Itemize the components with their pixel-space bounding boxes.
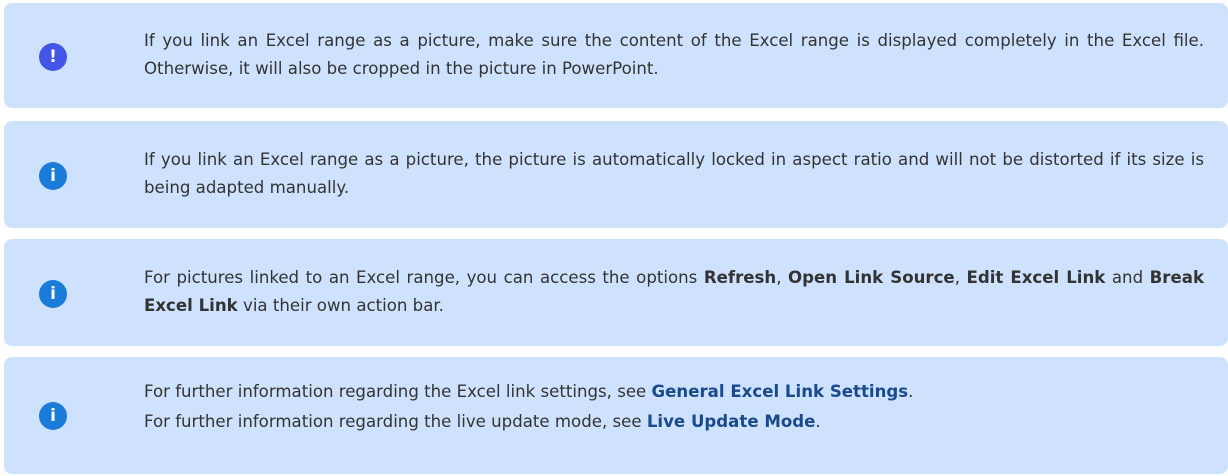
live-update-mode-link[interactable]: Live Update Mode [647,412,816,431]
exclamation-icon: ! [39,43,67,71]
text-segment: and [1105,268,1150,287]
info-icon: i [39,402,67,430]
option-refresh: Refresh [703,268,777,287]
info-icon: i [39,162,67,190]
note-text: If you link an Excel range as a picture,… [144,31,1204,78]
general-excel-link-settings-link[interactable]: General Excel Link Settings [652,382,909,401]
note-text: For further information regarding the Ex… [144,377,1204,437]
text-segment: via their own action bar. [237,296,444,315]
reference-line: For further information regarding the Ex… [144,377,1204,407]
reference-line: For further information regarding the li… [144,407,1204,437]
info-note: i If you link an Excel range as a pictur… [4,121,1228,228]
notes-list: ! If you link an Excel range as a pictur… [0,0,1228,476]
text-segment: , [954,268,967,287]
info-note: i For pictures linked to an Excel range,… [4,239,1228,346]
option-edit-excel-link: Edit Excel Link [966,268,1106,287]
line-suffix: . [908,382,914,401]
warning-note: ! If you link an Excel range as a pictur… [4,3,1228,108]
note-text: If you link an Excel range as a picture,… [144,150,1204,197]
info-note: i For further information regarding the … [4,357,1228,474]
line-suffix: . [815,412,821,431]
info-icon: i [39,280,67,308]
line-prefix: For further information regarding the li… [144,412,647,431]
text-segment: For pictures linked to an Excel range, y… [144,268,704,287]
note-text: For pictures linked to an Excel range, y… [144,264,1204,320]
line-prefix: For further information regarding the Ex… [144,382,652,401]
text-segment: , [776,268,789,287]
option-open-link-source: Open Link Source [788,268,955,287]
